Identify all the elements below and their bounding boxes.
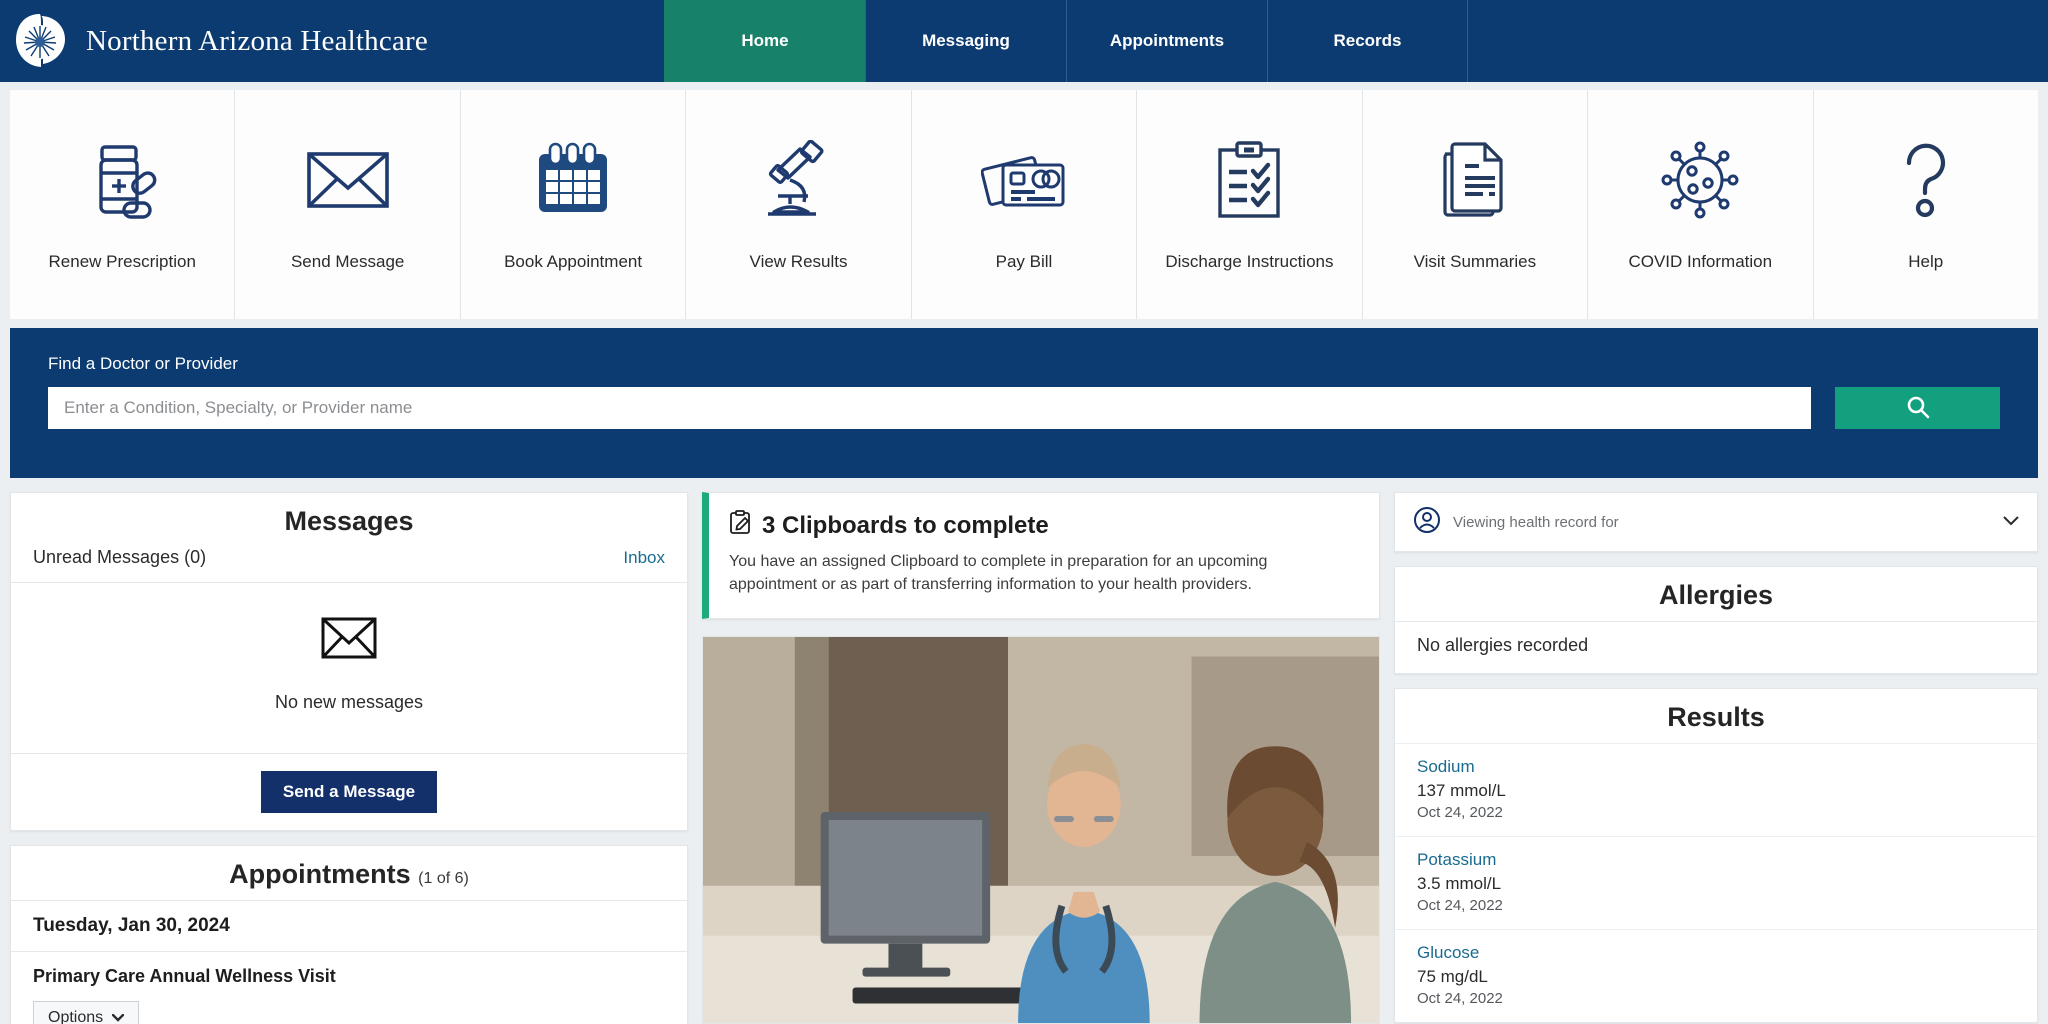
result-value: 75 mg/dL [1417,967,2015,987]
quick-action-label: Renew Prescription [49,252,196,272]
quick-action-label: Help [1908,252,1943,272]
left-column: Messages Unread Messages (0) Inbox No ne… [10,492,688,1024]
search-row [48,387,2000,429]
result-date: Oct 24, 2022 [1417,804,2015,821]
result-date: Oct 24, 2022 [1417,897,2015,914]
right-column: Viewing health record for Allergies No a… [1394,492,2038,1024]
allergies-empty-text: No allergies recorded [1395,622,2037,673]
pill-bottle-icon [86,134,158,226]
patient-selector-label: Viewing health record for [1453,514,1991,531]
appointment-name: Primary Care Annual Wellness Visit [33,966,665,987]
envelope-icon [306,134,390,226]
credit-cards-icon [981,134,1067,226]
brand-name: Northern Arizona Healthcare [86,25,428,58]
quick-action-visit-summaries[interactable]: Visit Summaries [1363,90,1588,319]
appointments-count: (1 of 6) [418,870,469,887]
provider-search-band: Find a Doctor or Provider [10,328,2038,478]
result-row[interactable]: Potassium 3.5 mmol/L Oct 24, 2022 [1395,836,2037,929]
calendar-icon [534,134,612,226]
clipboards-heading: 3 Clipboards to complete [729,510,1357,541]
patient-selector[interactable]: Viewing health record for [1394,492,2038,552]
appointment-entry: Primary Care Annual Wellness Visit Optio… [11,952,687,1024]
sunburst-nautilus-logo-icon [10,10,72,72]
main-content: Messages Unread Messages (0) Inbox No ne… [0,478,2048,999]
appointments-title: Appointments (1 of 6) [11,846,687,900]
search-input[interactable] [48,387,1811,429]
chevron-down-icon [112,1009,124,1024]
quick-action-renew-prescription[interactable]: Renew Prescription [10,90,235,319]
quick-action-label: Book Appointment [504,252,642,272]
nav-item-home[interactable]: Home [664,0,865,82]
person-avatar-icon [1413,506,1441,539]
messages-title: Messages [11,493,687,547]
microscope-icon [760,134,838,226]
search-icon [1905,394,1931,423]
no-messages-text: No new messages [275,692,423,713]
send-a-message-button[interactable]: Send a Message [261,771,437,813]
virus-icon [1659,134,1741,226]
result-name[interactable]: Potassium [1417,850,2015,870]
chevron-down-icon [2003,513,2019,531]
appointments-title-text: Appointments [229,859,411,889]
search-label: Find a Doctor or Provider [48,354,2000,374]
main-nav: Home Messaging Appointments Records [664,0,1468,82]
clipboard-pencil-icon [729,510,751,541]
result-row[interactable]: Glucose 75 mg/dL Oct 24, 2022 [1395,929,2037,1022]
allergies-card: Allergies No allergies recorded [1394,566,2038,674]
envelope-icon [321,617,377,664]
inbox-link[interactable]: Inbox [623,548,665,568]
question-mark-icon [1896,134,1956,226]
clipboards-description: You have an assigned Clipboard to comple… [729,550,1357,596]
documents-icon [1439,134,1511,226]
quick-action-label: Visit Summaries [1414,252,1537,272]
quick-action-book-appointment[interactable]: Book Appointment [461,90,686,319]
appointment-options-button[interactable]: Options [33,1001,139,1024]
result-value: 137 mmol/L [1417,781,2015,801]
unread-messages-count: Unread Messages (0) [33,547,206,568]
quick-action-label: COVID Information [1628,252,1772,272]
quick-action-label: Send Message [291,252,404,272]
middle-column: 3 Clipboards to complete You have an ass… [702,492,1380,1024]
clipboards-card[interactable]: 3 Clipboards to complete You have an ass… [702,492,1380,619]
result-value: 3.5 mmol/L [1417,874,2015,894]
clinic-photo [702,636,1380,1024]
nav-item-appointments[interactable]: Appointments [1066,0,1267,82]
quick-action-covid-information[interactable]: COVID Information [1588,90,1813,319]
result-date: Oct 24, 2022 [1417,990,2015,1007]
nav-item-messaging[interactable]: Messaging [865,0,1066,82]
appointment-options-label: Options [48,1009,103,1024]
result-name[interactable]: Sodium [1417,757,2015,777]
messages-card: Messages Unread Messages (0) Inbox No ne… [10,492,688,831]
quick-action-label: View Results [750,252,848,272]
quick-actions-strip: Renew Prescription Send Message [0,82,2048,319]
quick-action-view-results[interactable]: View Results [686,90,911,319]
clipboard-checklist-icon [1215,134,1283,226]
appointments-card: Appointments (1 of 6) Tuesday, Jan 30, 2… [10,845,688,1024]
quick-action-pay-bill[interactable]: Pay Bill [912,90,1137,319]
results-card: Results Sodium 137 mmol/L Oct 24, 2022 P… [1394,688,2038,1023]
nav-item-records[interactable]: Records [1267,0,1468,82]
quick-action-discharge-instructions[interactable]: Discharge Instructions [1137,90,1362,319]
allergies-title: Allergies [1395,567,2037,621]
quick-action-send-message[interactable]: Send Message [235,90,460,319]
results-title: Results [1395,689,2037,743]
clipboards-title: 3 Clipboards to complete [762,512,1049,540]
brand-logo[interactable]: Northern Arizona Healthcare [0,0,664,82]
messages-actions: Send a Message [11,754,687,830]
search-button[interactable] [1835,387,2000,429]
quick-action-label: Discharge Instructions [1165,252,1333,272]
result-name[interactable]: Glucose [1417,943,2015,963]
result-row[interactable]: Sodium 137 mmol/L Oct 24, 2022 [1395,743,2037,836]
messages-empty-state: No new messages [11,583,687,753]
top-navigation-bar: Northern Arizona Healthcare Home Messagi… [0,0,2048,82]
quick-action-label: Pay Bill [996,252,1053,272]
quick-action-help[interactable]: Help [1814,90,2038,319]
messages-summary-row: Unread Messages (0) Inbox [11,547,687,582]
appointment-date: Tuesday, Jan 30, 2024 [11,901,687,951]
